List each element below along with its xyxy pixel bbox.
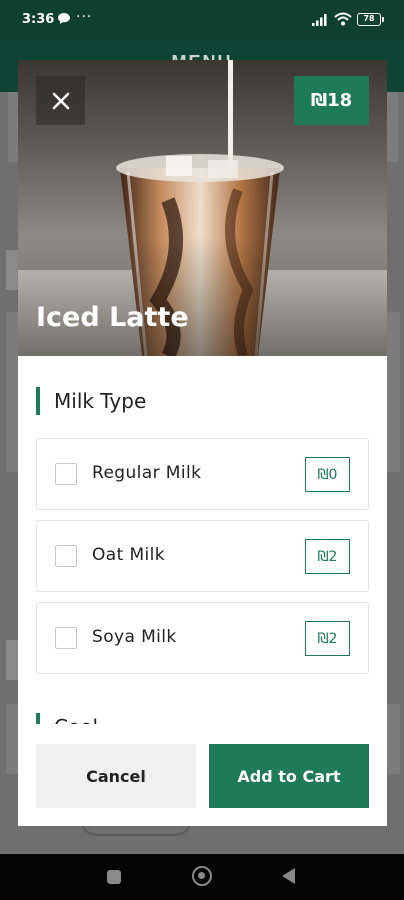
option-price: ₪2 xyxy=(305,539,350,574)
hero-shade xyxy=(18,236,387,356)
section-next: Cool... xyxy=(36,712,369,724)
option-label: Soya Milk xyxy=(92,627,177,647)
background-card xyxy=(386,312,400,472)
option-label: Oat Milk xyxy=(92,545,166,565)
cancel-button[interactable]: Cancel xyxy=(36,744,196,808)
modal-footer: Cancel Add to Cart xyxy=(18,724,387,826)
option-soya-milk[interactable]: Soya Milk ₪2 xyxy=(36,602,369,674)
status-time: 3:36 xyxy=(22,12,55,27)
back-icon[interactable] xyxy=(282,868,295,884)
close-icon xyxy=(52,92,69,109)
section-milk-type: Milk Type xyxy=(36,386,369,416)
add-to-cart-button[interactable]: Add to Cart xyxy=(209,744,369,808)
background-card xyxy=(6,704,18,774)
section-title: Milk Type xyxy=(54,389,147,413)
recents-icon[interactable] xyxy=(107,870,121,884)
section-accent xyxy=(36,713,40,724)
option-label: Regular Milk xyxy=(92,463,202,483)
option-price: ₪0 xyxy=(305,457,350,492)
option-price: ₪2 xyxy=(305,621,350,656)
product-title: Iced Latte xyxy=(36,302,189,333)
battery-icon: 78 xyxy=(357,13,384,26)
product-image: ₪18 Iced Latte xyxy=(18,60,387,356)
close-button[interactable] xyxy=(36,76,85,125)
section-title: Cool... xyxy=(54,715,117,724)
checkbox[interactable] xyxy=(55,463,77,485)
checkbox[interactable] xyxy=(55,545,77,567)
product-modal: ₪18 Iced Latte Milk Type Regular Milk ₪0… xyxy=(18,60,387,826)
home-icon[interactable] xyxy=(192,866,212,886)
background-card xyxy=(386,704,400,774)
background-card xyxy=(6,312,18,472)
system-nav-bar xyxy=(0,854,404,900)
option-regular-milk[interactable]: Regular Milk ₪0 xyxy=(36,438,369,510)
section-accent xyxy=(36,387,40,415)
chat-bubble-icon xyxy=(58,13,70,24)
background-card xyxy=(8,92,18,162)
more-notifications-icon: ··· xyxy=(76,9,93,25)
checkbox[interactable] xyxy=(55,627,77,649)
option-oat-milk[interactable]: Oat Milk ₪2 xyxy=(36,520,369,592)
background-card xyxy=(6,250,18,290)
wifi-icon xyxy=(334,12,352,26)
background-card xyxy=(6,640,18,680)
status-bar: 3:36 ··· 78 xyxy=(0,0,404,40)
price-badge: ₪18 xyxy=(294,76,369,125)
options-list[interactable]: Milk Type Regular Milk ₪0 Oat Milk ₪2 So… xyxy=(18,356,387,724)
signal-icon xyxy=(312,14,327,26)
background-card xyxy=(386,92,398,162)
